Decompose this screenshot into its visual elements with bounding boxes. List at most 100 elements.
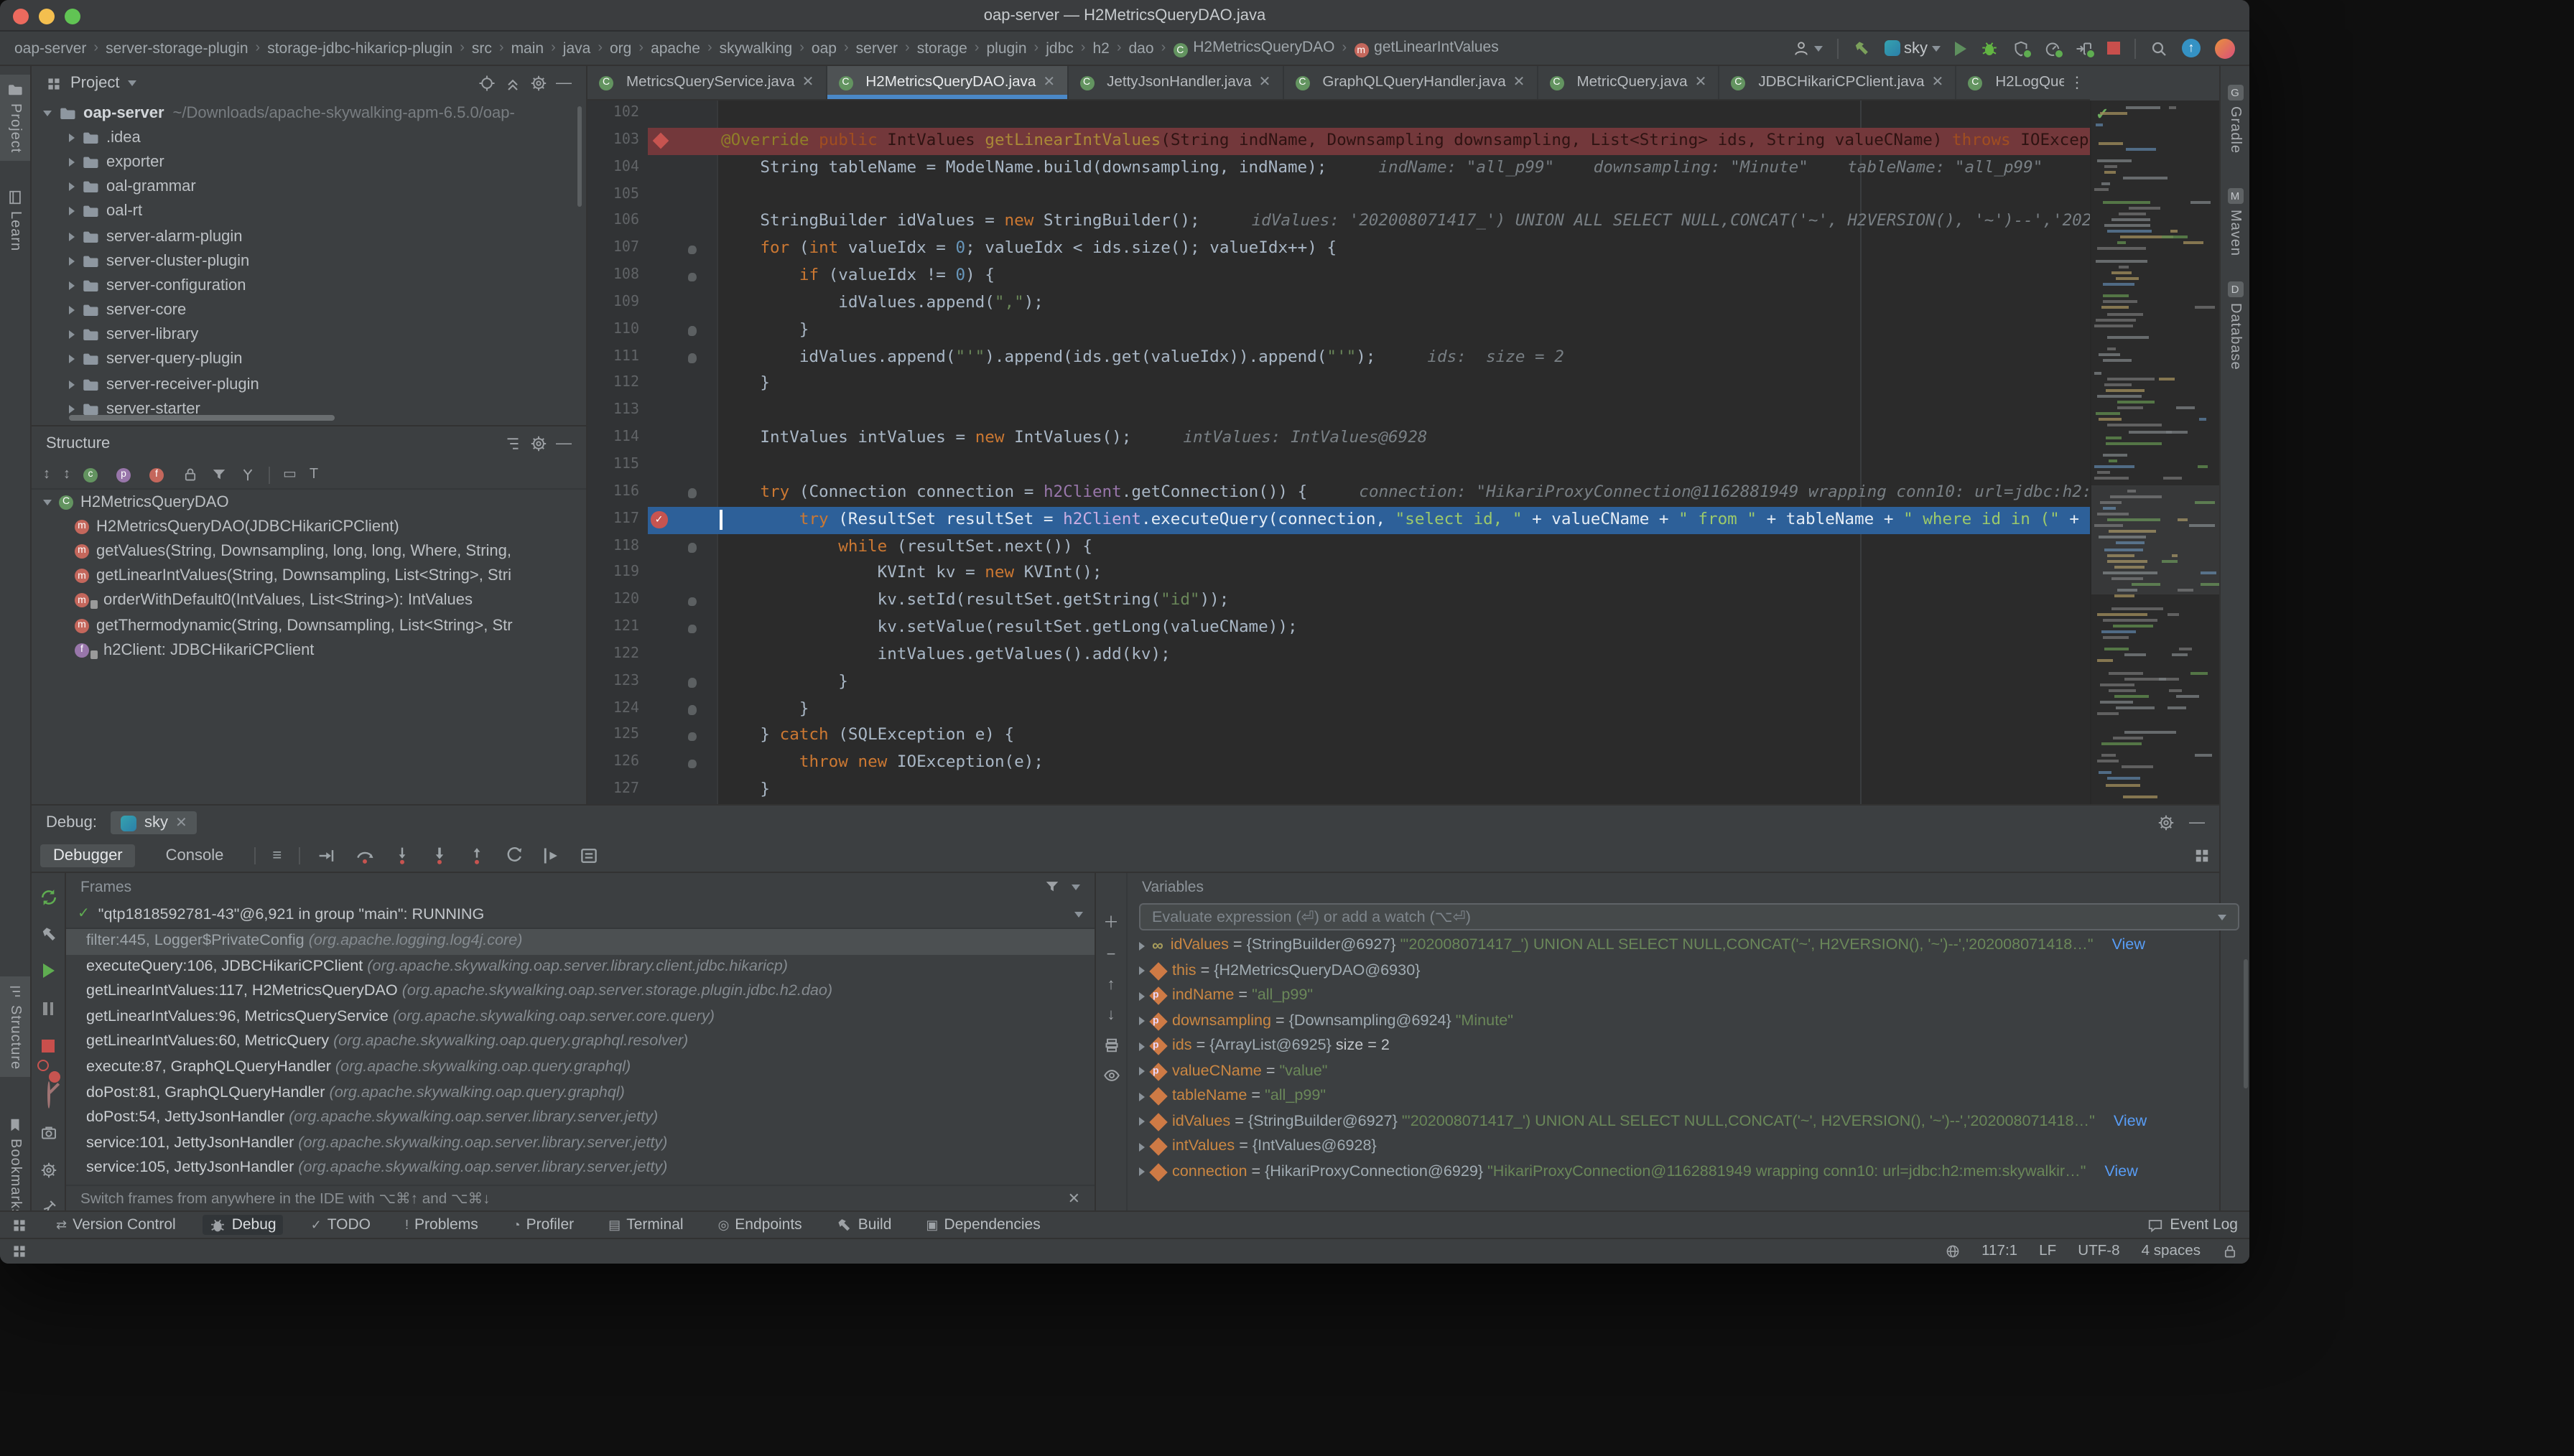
stripe-button-structure[interactable]: Structure	[0, 976, 30, 1077]
resume-icon[interactable]	[42, 959, 54, 985]
editor-line-109[interactable]: 109 idValues.append(",");	[587, 290, 2090, 317]
breadcrumb-item[interactable]: apache	[651, 39, 700, 57]
autoscroll-icon[interactable]: T	[310, 467, 318, 482]
fold-marker-icon[interactable]	[688, 624, 696, 633]
line-number[interactable]: 108	[587, 263, 648, 290]
breadcrumb-class[interactable]: CH2MetricsQueryDAO	[1173, 39, 1334, 58]
filter-icon[interactable]	[1044, 879, 1060, 895]
toolwindow-button-todo[interactable]: ✓TODO	[304, 1215, 378, 1235]
chevron-right-icon[interactable]	[69, 331, 75, 340]
stop-icon[interactable]	[42, 1034, 55, 1060]
folder-icon[interactable]	[82, 277, 99, 294]
gutter-zone[interactable]	[648, 587, 718, 615]
chevron-right-icon[interactable]	[69, 405, 75, 414]
expand-all-icon[interactable]: ▭	[283, 467, 297, 482]
editor-line-120[interactable]: 120 kv.setId(resultSet.getString("id"));	[587, 587, 2090, 615]
editor-line-102[interactable]: 102	[587, 101, 2090, 128]
chevron-right-icon[interactable]	[69, 158, 75, 167]
gutter-zone[interactable]	[648, 235, 718, 263]
folder-icon[interactable]	[82, 302, 99, 319]
hide-icon[interactable]: —	[556, 435, 572, 452]
line-number[interactable]: 112	[587, 371, 648, 398]
breadcrumb-item[interactable]: server-storage-plugin	[106, 39, 248, 57]
editor-line-105[interactable]: 105	[587, 182, 2090, 209]
chevron-right-icon[interactable]	[1139, 942, 1145, 951]
variable-row[interactable]: this = {H2MetricsQueryDAO@6930}	[1128, 958, 2249, 984]
sort-visibility-icon[interactable]: ↕	[63, 467, 70, 482]
editor-line-117[interactable]: 117✓ try (ResultSet resultSet = h2Client…	[587, 506, 2090, 533]
folder-icon[interactable]	[82, 327, 99, 344]
variable-row[interactable]: connection = {HikariProxyConnection@6929…	[1128, 1159, 2249, 1185]
show-execution-point-icon[interactable]	[317, 846, 338, 866]
editor-line-108[interactable]: 108 if (valueIdx != 0) {	[587, 263, 2090, 290]
gutter-zone[interactable]: ✓	[648, 506, 718, 533]
breadcrumb-item[interactable]: oap-server	[14, 39, 86, 57]
editor-tab[interactable]: CMetricQuery.java✕	[1538, 66, 1719, 99]
line-number[interactable]: 107	[587, 235, 648, 263]
line-number[interactable]: 118	[587, 533, 648, 561]
code-text[interactable]: }	[718, 696, 2090, 723]
code-text[interactable]	[718, 101, 2090, 128]
move-up-icon[interactable]: ↑	[1107, 976, 1115, 994]
breadcrumb-item[interactable]: dao	[1129, 39, 1154, 57]
close-icon[interactable]: ✕	[802, 75, 814, 90]
profiler-button[interactable]	[2044, 39, 2061, 57]
method-breakpoint-icon[interactable]	[653, 132, 669, 149]
chevron-down-icon[interactable]	[129, 80, 137, 86]
view-link[interactable]: View	[2112, 933, 2145, 958]
settings-icon[interactable]	[40, 1157, 57, 1183]
gutter-zone[interactable]	[648, 533, 718, 561]
structure-root[interactable]: CH2MetricsQueryDAO	[32, 490, 586, 514]
fold-marker-icon[interactable]	[688, 245, 696, 254]
locate-icon[interactable]	[478, 75, 496, 92]
collapse-all-icon[interactable]	[504, 75, 521, 92]
toolwindow-button-dependencies[interactable]: ▣Dependencies	[919, 1215, 1047, 1235]
gutter-zone[interactable]	[648, 398, 718, 426]
search-everywhere-button[interactable]	[2150, 39, 2168, 57]
structure-member-row[interactable]: mH2MetricsQueryDAO(JDBCHikariCPClient)	[32, 514, 586, 538]
structure-member-row[interactable]: morderWithDefault0(IntValues, List<Strin…	[32, 589, 586, 613]
stop-button[interactable]	[2107, 42, 2120, 55]
code-text[interactable]: }	[718, 668, 2090, 696]
gutter-zone[interactable]	[648, 101, 718, 128]
editor-tab[interactable]: CGraphQLQueryHandler.java✕	[1283, 66, 1538, 99]
toolwindow-button-problems[interactable]: !Problems	[398, 1215, 485, 1235]
editor-line-127[interactable]: 127 }	[587, 777, 2090, 804]
fold-marker-icon[interactable]	[688, 678, 696, 687]
variable-row[interactable]: downsampling = {Downsampling@6924} "Minu…	[1128, 1009, 2249, 1034]
code-editor[interactable]: 102103@Override public IntValues getLine…	[587, 101, 2090, 804]
variable-row[interactable]: indName = "all_p99"	[1128, 984, 2249, 1009]
toolwindow-button-build[interactable]: Build	[830, 1215, 899, 1235]
code-text[interactable]	[718, 398, 2090, 426]
horizontal-scrollbar[interactable]	[69, 415, 335, 421]
code-text[interactable]: if (valueIdx != 0) {	[718, 263, 2090, 290]
line-number[interactable]: 117	[587, 506, 648, 533]
code-minimap[interactable]: ✓	[2090, 101, 2219, 804]
minimap-viewport[interactable]	[2091, 485, 2219, 594]
fold-marker-icon[interactable]	[688, 597, 696, 606]
folder-icon[interactable]	[82, 351, 99, 368]
chevron-down-icon[interactable]	[1072, 884, 1080, 890]
stack-frame-row[interactable]: execute:87, GraphQLQueryHandler (org.apa…	[66, 1055, 1095, 1081]
sort-alpha-icon[interactable]: ↕	[43, 467, 50, 482]
code-text[interactable]	[718, 182, 2090, 209]
chevron-right-icon[interactable]	[1139, 967, 1145, 976]
line-number[interactable]: 126	[587, 750, 648, 778]
line-number[interactable]: 102	[587, 101, 648, 128]
code-text[interactable]: while (resultSet.next()) {	[718, 533, 2090, 561]
folder-icon[interactable]	[82, 252, 99, 269]
gutter-zone[interactable]	[648, 696, 718, 723]
fold-marker-icon[interactable]	[688, 760, 696, 769]
line-number[interactable]: 114	[587, 425, 648, 452]
editor-tab[interactable]: CMetricsQueryService.java✕	[587, 66, 827, 99]
remove-watch-icon[interactable]: −	[1107, 946, 1116, 963]
editor-line-125[interactable]: 125 } catch (SQLException e) {	[587, 723, 2090, 750]
chevron-right-icon[interactable]	[1139, 1042, 1145, 1051]
code-text[interactable]: idValues.append(",");	[718, 290, 2090, 317]
editor-line-104[interactable]: 104 String tableName = ModelName.build(d…	[587, 154, 2090, 182]
attach-button[interactable]	[2076, 39, 2093, 57]
folder-icon[interactable]	[82, 203, 99, 220]
gutter-zone[interactable]	[648, 209, 718, 236]
editor-tab[interactable]: CJettyJsonHandler.java✕	[1068, 66, 1283, 99]
filter-icon[interactable]	[211, 467, 227, 482]
